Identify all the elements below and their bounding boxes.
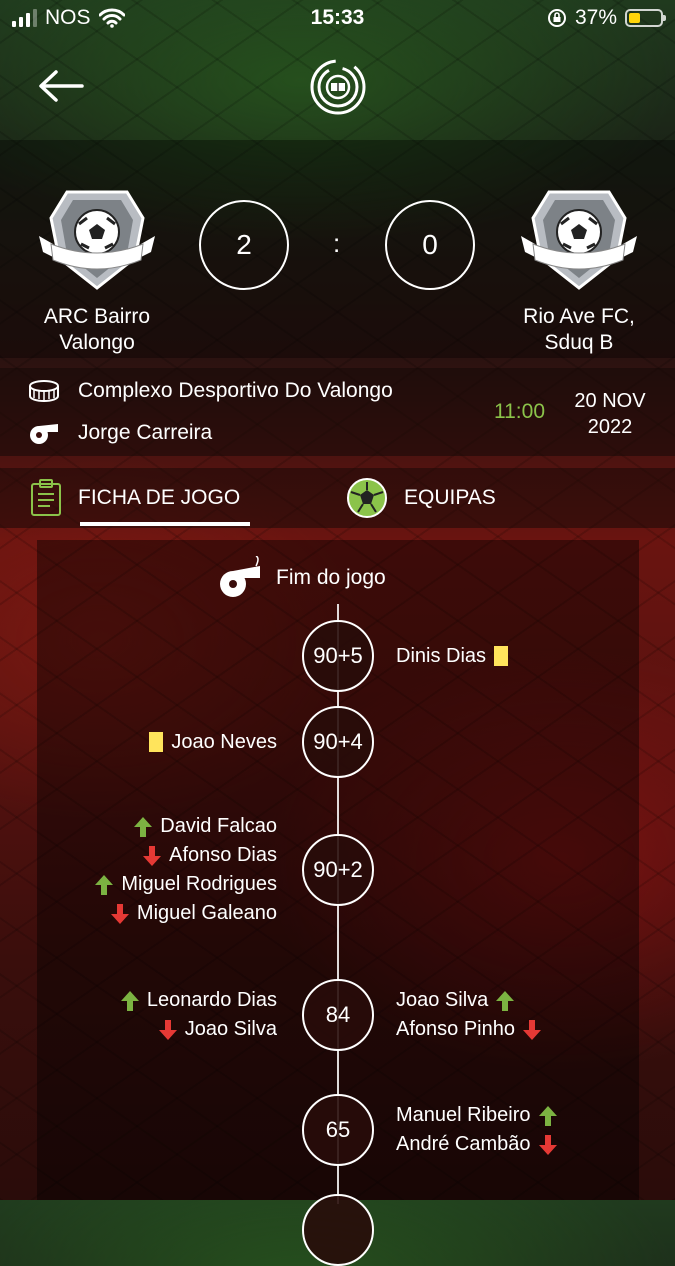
- event-right-side: Dinis Dias: [396, 642, 509, 671]
- event-player-line[interactable]: Joao Silva: [396, 986, 541, 1015]
- event-player-line[interactable]: Leonardo Dias: [120, 986, 277, 1015]
- substitution-out-arrow-icon: [158, 1019, 177, 1040]
- substitution-in-arrow-icon: [496, 990, 515, 1011]
- event-minute: 65: [302, 1094, 374, 1166]
- player-name: Miguel Rodrigues: [121, 873, 277, 895]
- stadium-icon: [29, 380, 59, 402]
- player-name: Joao Silva: [396, 989, 489, 1011]
- score-separator: :: [333, 228, 341, 258]
- battery-icon: [625, 9, 666, 27]
- orientation-lock-icon: [547, 9, 566, 27]
- away-team-name-line1: Rio Ave FC,: [523, 305, 635, 328]
- referee-name: Jorge Carreira: [78, 421, 213, 444]
- event-minute: 90+5: [302, 620, 374, 692]
- event-player-line[interactable]: Afonso Dias: [95, 841, 277, 870]
- team-crest-icon: [521, 190, 637, 290]
- event-minute: [302, 1194, 374, 1266]
- tab-equipas[interactable]: EQUIPAS: [346, 468, 496, 528]
- event-player-line[interactable]: David Falcao: [95, 812, 277, 841]
- player-name: Miguel Galeano: [136, 902, 277, 924]
- tab-label: FICHA DE JOGO: [78, 486, 241, 509]
- app-logo-icon: [310, 59, 366, 115]
- substitution-in-arrow-icon: [134, 816, 153, 837]
- player-name: Afonso Dias: [169, 844, 277, 866]
- tab-ficha-de-jogo[interactable]: FICHA DE JOGO: [30, 468, 240, 528]
- venue-name: Complexo Desportivo Do Valongo: [78, 379, 393, 402]
- substitution-out-arrow-icon: [538, 1134, 557, 1155]
- event-player-line[interactable]: Dinis Dias: [396, 642, 509, 671]
- soccer-ball-icon: [347, 478, 387, 518]
- active-tab-indicator: [80, 522, 250, 526]
- substitution-in-arrow-icon: [120, 990, 139, 1011]
- tab-bar: FICHA DE JOGO EQUIPAS: [0, 468, 675, 528]
- whistle-icon: [30, 424, 58, 444]
- kickoff-time: 11:00: [494, 400, 545, 423]
- player-name: Afonso Pinho: [396, 1018, 515, 1040]
- yellow-card-icon: [494, 646, 509, 666]
- match-date: 20 NOV 2022: [566, 388, 654, 440]
- substitution-in-arrow-icon: [95, 874, 114, 895]
- player-name: Joao Neves: [171, 730, 277, 753]
- match-date-year: 2022: [587, 416, 633, 438]
- substitution-in-arrow-icon: [538, 1105, 557, 1126]
- event-minute: 84: [302, 979, 374, 1051]
- home-team[interactable]: ARC Bairro Valongo: [17, 188, 177, 356]
- substitution-out-arrow-icon: [110, 903, 129, 924]
- away-team[interactable]: Rio Ave FC, Sduq B: [499, 188, 659, 356]
- event-right-side: Joao Silva Afonso Pinho: [396, 986, 541, 1044]
- event-left-side: Leonardo Dias Joao Silva: [120, 986, 277, 1044]
- event-player-line[interactable]: Joao Silva: [121, 1015, 277, 1044]
- home-score: 2: [199, 200, 289, 290]
- substitution-out-arrow-icon: [143, 845, 162, 866]
- away-team-name-line2: Sduq B: [544, 331, 614, 354]
- player-name: Joao Silva: [184, 1018, 277, 1040]
- battery-percent: 37%: [574, 6, 617, 29]
- match-end-label: Fim do jogo: [276, 566, 386, 589]
- status-bar: NOS 15:33 37%: [0, 0, 675, 36]
- event-player-line[interactable]: André Cambão: [396, 1130, 557, 1159]
- event-player-line[interactable]: Manuel Ribeiro: [396, 1101, 557, 1130]
- event-player-line[interactable]: Joao Neves: [149, 728, 277, 757]
- substitution-out-arrow-icon: [522, 1019, 541, 1040]
- match-date-day: 20 NOV: [574, 390, 646, 412]
- event-right-side: Manuel Ribeiro André Cambão: [396, 1101, 557, 1159]
- event-player-line[interactable]: Afonso Pinho: [396, 1015, 541, 1044]
- event-minute: 90+2: [302, 834, 374, 906]
- player-name: Dinis Dias: [396, 644, 487, 667]
- whistle-icon: [220, 556, 260, 597]
- away-score: 0: [385, 200, 475, 290]
- event-player-line[interactable]: Miguel Rodrigues: [95, 870, 277, 899]
- player-name: Manuel Ribeiro: [396, 1104, 531, 1126]
- clipboard-icon: [31, 479, 61, 516]
- home-team-name-line2: Valongo: [59, 331, 135, 354]
- tab-label: EQUIPAS: [404, 486, 496, 509]
- event-player-line[interactable]: Miguel Galeano: [95, 899, 277, 928]
- match-end-marker: Fim do jogo: [216, 556, 386, 600]
- player-name: Leonardo Dias: [146, 989, 277, 1011]
- team-crest-icon: [39, 190, 155, 290]
- event-left-side: David Falcao Afonso Dias Miguel Rodrigues M…: [95, 812, 277, 928]
- arrow-left-icon[interactable]: [36, 66, 86, 106]
- player-name: André Cambão: [396, 1133, 531, 1155]
- event-minute: 90+4: [302, 706, 374, 778]
- player-name: David Falcao: [160, 815, 277, 837]
- event-left-side: Joao Neves: [149, 728, 277, 757]
- match-info: Complexo Desportivo Do Valongo Jorge Car…: [0, 368, 675, 456]
- yellow-card-icon: [149, 732, 164, 752]
- home-team-name-line1: ARC Bairro: [43, 305, 151, 328]
